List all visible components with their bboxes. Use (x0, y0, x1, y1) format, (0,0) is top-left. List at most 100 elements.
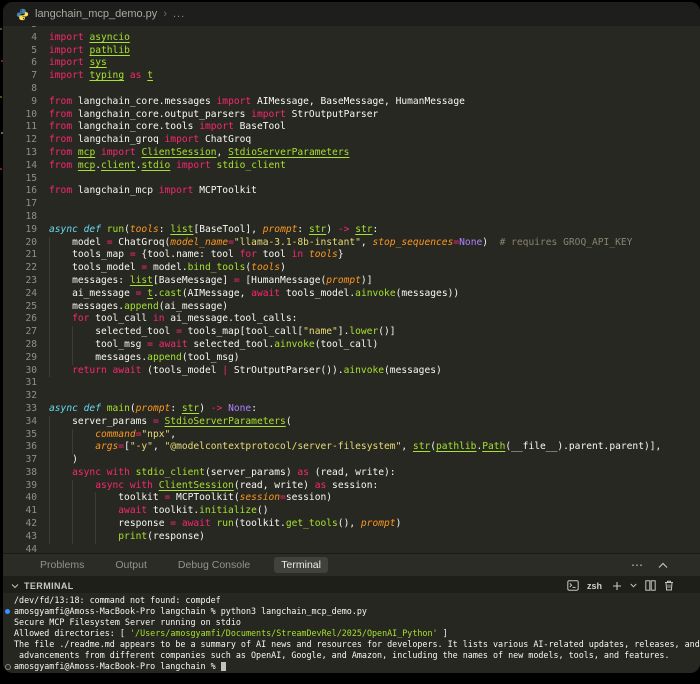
breadcrumb[interactable]: langchain_mcp_demo.py › ... (3, 2, 700, 26)
line-number: 6 (3, 57, 37, 70)
code-line[interactable]: 29messages.append(tool_msg) (3, 352, 700, 365)
line-number: 7 (3, 70, 37, 83)
line-number: 28 (3, 339, 37, 352)
desktop-background: langchain_mcp_demo.py › ... 34import asy… (0, 0, 700, 684)
line-number: 17 (3, 198, 37, 211)
terminal-output[interactable]: /dev/fd/13:18: command not found: compde… (3, 593, 700, 673)
line-number: 26 (3, 313, 37, 326)
breadcrumb-filename[interactable]: langchain_mcp_demo.py (35, 8, 157, 20)
panel-tab-problems[interactable]: Problems (33, 557, 91, 573)
code-line[interactable]: 38async with stdio_client(server_params)… (3, 467, 700, 480)
command-pending-circle-icon (5, 664, 11, 670)
code-line[interactable]: 31 (3, 377, 700, 390)
line-number: 10 (3, 109, 37, 122)
code-line[interactable]: 35command="npx", (3, 429, 700, 442)
code-line[interactable]: 36args=["-y", "@modelcontextprotocol/ser… (3, 441, 700, 454)
line-number: 8 (3, 83, 37, 96)
code-line[interactable]: 5import pathlib (3, 45, 700, 58)
line-number: 21 (3, 249, 37, 262)
line-number: 11 (3, 121, 37, 134)
code-line[interactable]: 28tool_msg = await selected_tool.ainvoke… (3, 339, 700, 352)
code-line[interactable]: 41await toolkit.initialize() (3, 505, 700, 518)
code-line[interactable]: 42response = await run(toolkit.get_tools… (3, 518, 700, 531)
code-line[interactable]: 11from langchain_core.tools import BaseT… (3, 121, 700, 134)
line-number: 20 (3, 237, 37, 250)
code-line[interactable]: 14from mcp.client.stdio import stdio_cli… (3, 160, 700, 173)
panel-tab-output[interactable]: Output (108, 557, 154, 573)
code-line[interactable]: 25messages.append(ai_message) (3, 301, 700, 314)
kill-terminal-trash-icon[interactable] (664, 580, 674, 591)
maximize-panel-icon[interactable] (658, 562, 668, 569)
terminal-line: advancements from different companies su… (3, 650, 700, 661)
line-number: 24 (3, 288, 37, 301)
line-number: 36 (3, 441, 37, 454)
line-number: 18 (3, 211, 37, 224)
code-line[interactable]: 33async def main(prompt: str) -> None: (3, 403, 700, 416)
code-line[interactable]: 23messages: list[BaseMessage] = [HumanMe… (3, 275, 700, 288)
shell-terminal-icon (567, 580, 579, 591)
code-line[interactable]: 8 (3, 83, 700, 96)
terminal-line: Secure MCP Filesystem Server running on … (3, 617, 700, 628)
line-number: 40 (3, 492, 37, 505)
code-editor[interactable]: 34import asyncio5import pathlib6import s… (3, 2, 700, 554)
code-line[interactable]: 13from mcp import ClientSession, StdioSe… (3, 147, 700, 160)
line-number: 19 (3, 224, 37, 237)
code-line[interactable]: 16from langchain_mcp import MCPToolkit (3, 185, 700, 198)
code-line[interactable]: 12from langchain_groq import ChatGroq (3, 134, 700, 147)
line-number: 35 (3, 429, 37, 442)
python-file-icon (16, 8, 29, 21)
code-line[interactable]: 34server_params = StdioServerParameters( (3, 416, 700, 429)
terminal-profile-chevron-down-icon[interactable] (630, 583, 637, 588)
code-line[interactable]: 9from langchain_core.messages import AIM… (3, 96, 700, 109)
code-line[interactable]: 6import sys (3, 57, 700, 70)
terminal-line: The file ./readme.md appears to be a sum… (3, 639, 700, 650)
line-number: 5 (3, 45, 37, 58)
line-number: 39 (3, 480, 37, 493)
line-number: 12 (3, 134, 37, 147)
code-line[interactable]: 4import asyncio (3, 32, 700, 45)
line-number: 41 (3, 505, 37, 518)
line-number: 32 (3, 390, 37, 403)
code-line[interactable]: 37) (3, 454, 700, 467)
panel-tab-bar: Problems Output Debug Console Terminal ⋯ (3, 553, 700, 576)
code-line[interactable]: 10from langchain_core.output_parsers imp… (3, 109, 700, 122)
code-line[interactable]: 27selected_tool = tools_map[tool_call["n… (3, 326, 700, 339)
code-line[interactable]: 21tools_map = {tool.name: tool for tool … (3, 249, 700, 262)
code-line[interactable]: 18 (3, 211, 700, 224)
code-line[interactable]: 17 (3, 198, 700, 211)
line-number: 4 (3, 32, 37, 45)
panel-tabs: Problems Output Debug Console Terminal (3, 557, 328, 573)
vscode-window: langchain_mcp_demo.py › ... 34import asy… (3, 2, 700, 673)
shell-name-label[interactable]: zsh (587, 581, 602, 591)
background-window-sliver (0, 28, 2, 30)
terminal-section-title: TERMINAL (24, 581, 74, 591)
panel-tab-terminal[interactable]: Terminal (274, 557, 328, 573)
code-line[interactable]: 20model = ChatGroq(model_name="llama-3.1… (3, 237, 700, 250)
breadcrumb-chevron-icon: › (163, 8, 167, 20)
terminal-line: amosgyamfi@Amoss-MacBook-Pro langchain % (3, 661, 700, 672)
code-line[interactable]: 7import typing as t (3, 70, 700, 83)
code-line[interactable]: 32 (3, 390, 700, 403)
terminal-line: amosgyamfi@Amoss-MacBook-Pro langchain %… (3, 606, 700, 617)
line-number: 25 (3, 301, 37, 314)
code-line[interactable]: 15 (3, 173, 700, 186)
code-line[interactable]: 30return await (tools_model | StrOutputP… (3, 365, 700, 378)
code-line[interactable]: 26for tool_call in ai_message.tool_calls… (3, 313, 700, 326)
code-line[interactable]: 24ai_message = t.cast(AIMessage, await t… (3, 288, 700, 301)
new-terminal-plus-icon[interactable] (612, 581, 622, 591)
panel-tab-debug-console[interactable]: Debug Console (171, 557, 257, 573)
breadcrumb-symbol-path[interactable]: ... (173, 8, 185, 20)
line-number: 31 (3, 377, 37, 390)
line-number: 9 (3, 96, 37, 109)
code-line[interactable]: 19async def run(tools: list[BaseTool], p… (3, 224, 700, 237)
code-line[interactable]: 39async with ClientSession(read, write) … (3, 480, 700, 493)
terminal-cursor (221, 662, 226, 671)
collapse-terminal-chevron-icon[interactable] (11, 583, 19, 589)
line-number: 34 (3, 416, 37, 429)
split-terminal-icon[interactable] (645, 580, 656, 591)
code-line[interactable]: 40toolkit = MCPToolkit(session=session) (3, 492, 700, 505)
panel-more-actions-icon[interactable]: ⋯ (631, 560, 644, 570)
code-line[interactable]: 22tools_model = model.bind_tools(tools) (3, 262, 700, 275)
code-line[interactable]: 43print(response) (3, 531, 700, 544)
line-number: 27 (3, 326, 37, 339)
